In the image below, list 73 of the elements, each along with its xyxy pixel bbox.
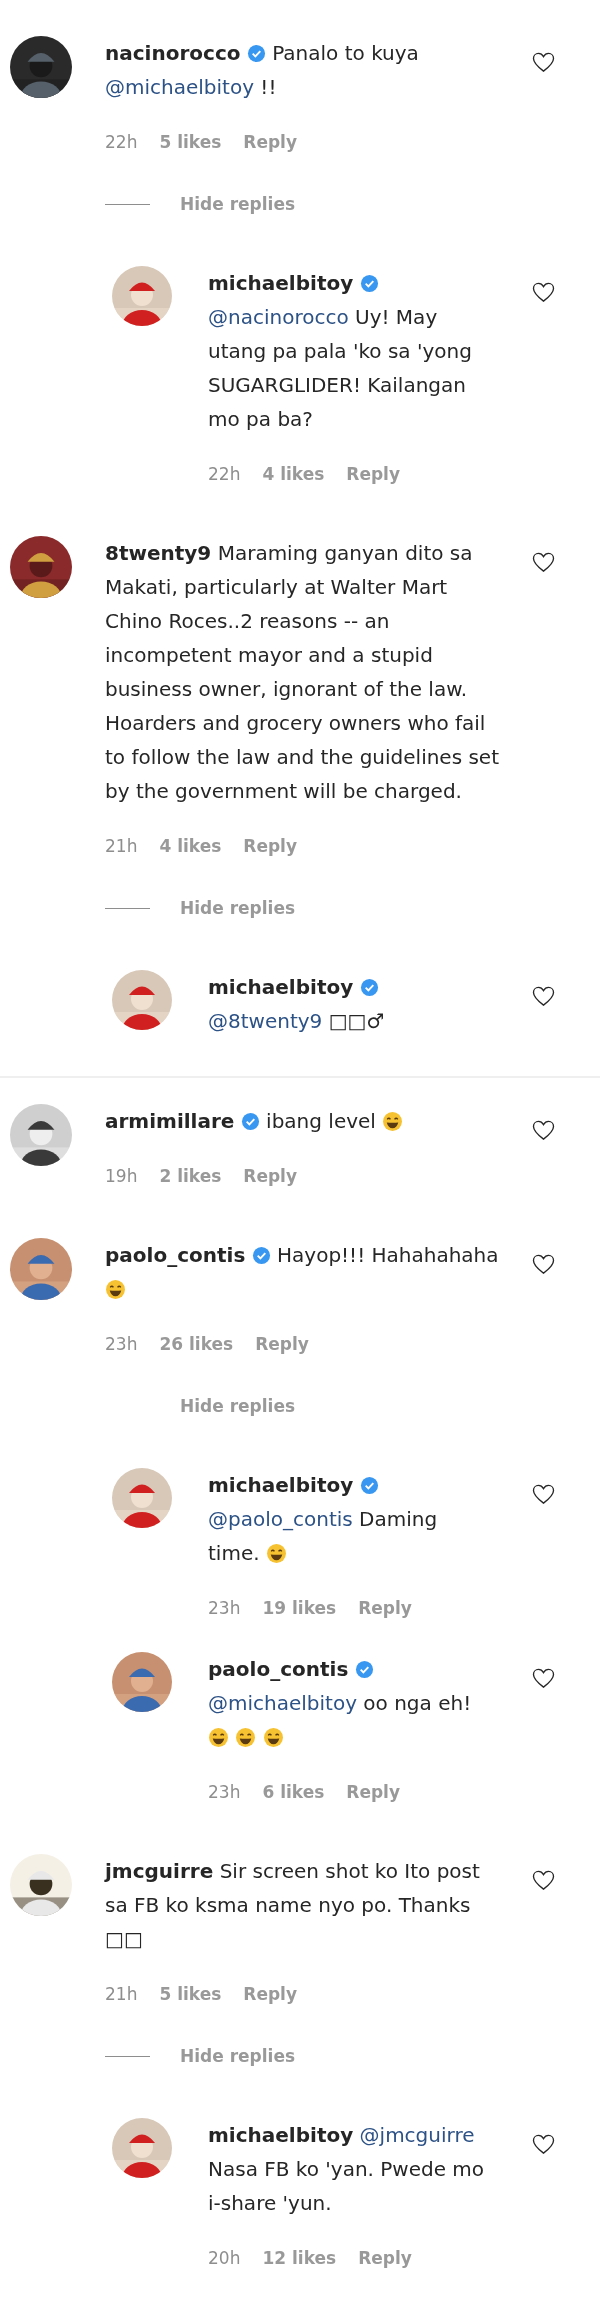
likes-count[interactable]: 5 likes [159,1984,222,2004]
heart-icon[interactable] [532,1870,555,1891]
grinning-face-icon [262,1727,284,1748]
grinning-face-icon [382,1111,404,1132]
mention-link[interactable]: @paolo_contis [208,1507,353,1531]
comment-text: 8twenty9 Maraming ganyan dito sa Makati, particularly at Walter Mart Chino Roces..2 reasons -- an incompetent mayor and a stupid business owner, ignorant of the law. Hoarders and grocery owners who fail to follow the law and the guidelines set by the government will be charged. [105,540,500,805]
mention-link[interactable]: @nacinorocco [208,305,349,329]
likes-count[interactable]: 4 likes [262,464,325,484]
timestamp: 19h [105,1166,138,1186]
likes-count[interactable]: 5 likes [159,132,222,152]
timestamp: 23h [208,1782,241,1802]
timestamp: 22h [105,132,138,152]
timestamp: 21h [105,1984,138,2004]
reply-link[interactable]: Reply [358,2248,412,2268]
hide-replies-link[interactable]: Hide replies [180,2046,296,2066]
username[interactable]: michaelbitoy [208,1473,354,1497]
username[interactable]: michaelbitoy [208,271,354,295]
comment-text: paolo_contis @michaelbitoy oo nga eh! [208,1652,490,1754]
username[interactable]: armimillare [105,1109,235,1133]
grinning-face-icon [208,1727,229,1748]
reply-link[interactable]: Reply [346,464,400,484]
username[interactable]: 8twenty9 [105,541,212,565]
reply-link[interactable]: Reply [243,132,297,152]
mention-link[interactable]: @michaelbitoy [208,1691,357,1715]
heart-icon[interactable] [532,1120,555,1141]
likes-count[interactable]: 26 likes [159,1334,234,1354]
likes-count[interactable]: 6 likes [262,1782,325,1802]
heart-icon[interactable] [532,552,555,573]
likes-count[interactable]: 19 likes [262,1598,337,1618]
heart-icon[interactable] [532,1484,555,1505]
username[interactable]: nacinorocco [105,41,241,65]
comment-text: paolo_contis Hayop!!! Hahahahaha [105,1238,505,1306]
heart-icon[interactable] [532,1254,555,1275]
mention-link[interactable]: @michaelbitoy [105,75,254,99]
heart-icon[interactable] [532,52,555,73]
likes-count[interactable]: 2 likes [159,1166,222,1186]
reply-link[interactable]: Reply [346,1782,400,1802]
reply-link[interactable]: Reply [243,1984,297,2004]
comment-text: michaelbitoy @paolo_contis Daming time. [208,1472,439,1567]
grinning-face-icon [235,1727,257,1748]
username[interactable]: paolo_contis [105,1243,246,1267]
timestamp: 22h [208,464,241,484]
comment-text: jmcguirre Sir screen shot ko Ito post sa FB ko ksma name nyo po. Thanks □□ [105,1858,481,1953]
username[interactable]: michaelbitoy [208,2123,354,2147]
hide-replies-link[interactable]: Hide replies [180,898,296,918]
comment-text: michaelbitoy @8twenty9 □□♂ [208,974,386,1035]
username[interactable]: jmcguirre [105,1859,214,1883]
reply-link[interactable]: Reply [243,836,297,856]
likes-count[interactable]: 12 likes [262,2248,337,2268]
heart-icon[interactable] [532,986,555,1007]
reply-link[interactable]: Reply [255,1334,309,1354]
heart-icon[interactable] [532,2134,555,2155]
comment-text: michaelbitoy @jmcguirre Nasa FB ko 'yan. Pwede mo i-share 'yun. [208,2122,486,2217]
grinning-face-icon [265,1543,287,1564]
username[interactable]: paolo_contis [208,1657,349,1681]
comment-text: michaelbitoy @nacinorocco Uy! May utang pa pala 'ko sa 'yong SUGARGLIDER! Kailangan mo pa ba? [208,270,473,433]
mention-link[interactable]: @8twenty9 [208,1009,323,1033]
reply-link[interactable]: Reply [358,1598,412,1618]
heart-icon[interactable] [532,1668,555,1689]
hide-replies-link[interactable]: Hide replies [180,1396,296,1416]
mention-link[interactable]: @jmcguirre [359,2123,475,2147]
grinning-face-icon [105,1279,126,1300]
heart-icon[interactable] [532,282,555,303]
reply-link[interactable]: Reply [243,1166,297,1186]
timestamp: 20h [208,2248,241,2268]
timestamp: 23h [208,1598,241,1618]
timestamp: 23h [105,1334,138,1354]
hide-replies-link[interactable]: Hide replies [180,194,296,214]
comment-text: nacinorocco Panalo to kuya @michaelbitoy !! [105,40,420,101]
timestamp: 21h [105,836,138,856]
comment-text: armimillare ibang level [105,1104,505,1138]
username[interactable]: michaelbitoy [208,975,354,999]
likes-count[interactable]: 4 likes [159,836,222,856]
